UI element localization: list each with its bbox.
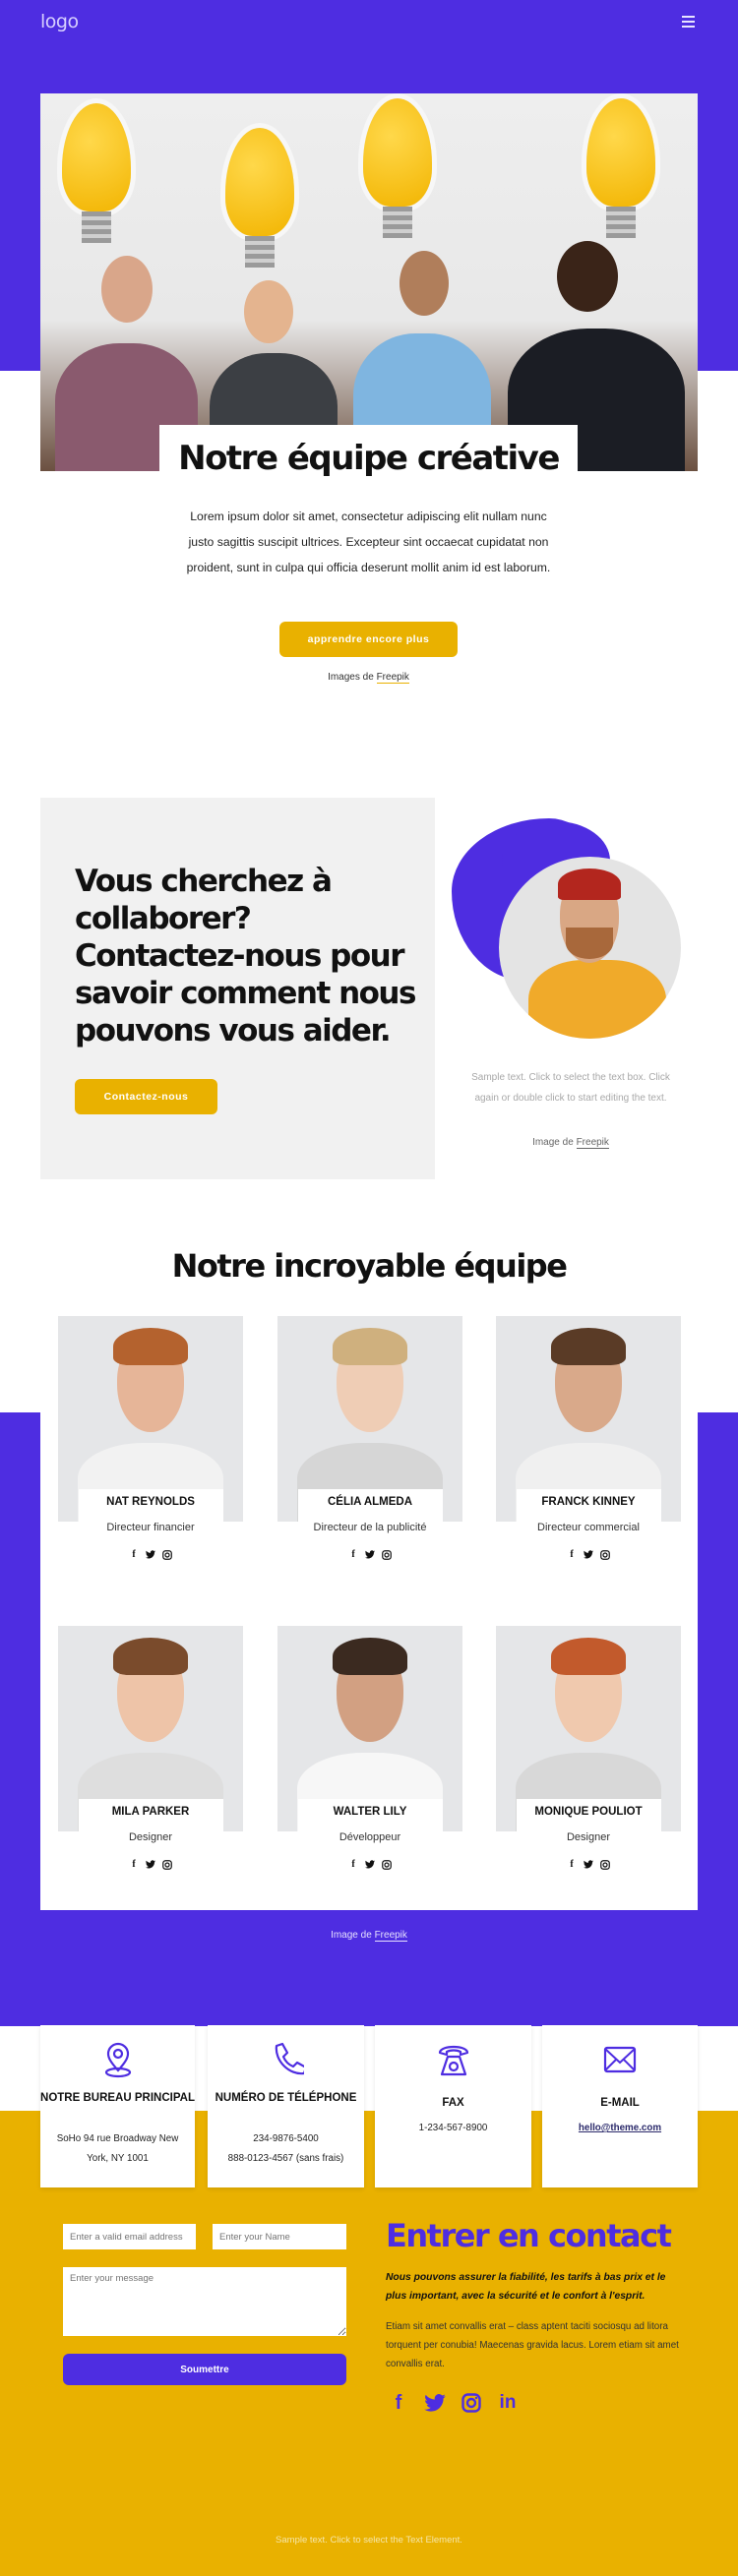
instagram-icon[interactable] — [600, 1549, 611, 1560]
facebook-icon[interactable]: f — [388, 2392, 409, 2414]
member-role: Directeur commercial — [537, 1522, 640, 1533]
phone-tollfree: 888-0123-4567 (sans frais) — [227, 2153, 344, 2164]
phone-number: 234-9876-5400 — [253, 2133, 319, 2144]
facebook-icon[interactable]: f — [567, 1549, 578, 1560]
fax-card: FAX 1-234-567-8900 — [375, 2025, 531, 2187]
member-role: Directeur de la publicité — [313, 1522, 427, 1533]
member-name: MONIQUE POULIOT — [534, 1806, 643, 1818]
hamburger-menu-icon[interactable] — [682, 16, 695, 28]
get-in-touch-title: Entrer en contact — [386, 2217, 672, 2254]
submit-button[interactable]: Soumettre — [63, 2354, 346, 2385]
office-title: NOTRE BUREAU PRINCIPAL — [40, 2092, 195, 2104]
twitter-icon[interactable] — [365, 1549, 376, 1560]
facebook-icon[interactable]: f — [348, 1859, 359, 1870]
member-name: FRANCK KINNEY — [541, 1496, 636, 1508]
member-role: Développeur — [338, 1831, 401, 1843]
hero-title: Notre équipe créative — [178, 439, 560, 478]
sample-text: Sample text. Click to select the text bo… — [471, 1072, 670, 1104]
twitter-icon[interactable] — [146, 1859, 156, 1870]
team-member-card: NAT REYNOLDS Directeur financier f — [58, 1316, 243, 1572]
name-input[interactable] — [213, 2224, 346, 2249]
lightbulb-icon — [62, 103, 131, 243]
instagram-icon[interactable] — [461, 2392, 482, 2414]
instagram-icon[interactable] — [382, 1549, 393, 1560]
member-name: MILA PARKER — [111, 1806, 190, 1818]
instagram-icon[interactable] — [382, 1859, 393, 1870]
twitter-icon[interactable] — [365, 1859, 376, 1870]
facebook-icon[interactable]: f — [129, 1859, 140, 1870]
email-title: E-MAIL — [600, 2097, 640, 2109]
logo[interactable]: logo — [40, 11, 79, 32]
member-name: WALTER LILY — [333, 1806, 407, 1818]
contact-us-button[interactable]: Contactez-nous — [75, 1079, 217, 1114]
fax-icon — [438, 2045, 468, 2076]
email-card: E-MAIL hello@theme.com — [542, 2025, 698, 2187]
hero-card: Notre équipe créative Lorem ipsum dolor … — [159, 425, 578, 684]
office-address: SoHo 94 rue Broadway New York, NY 1001 — [56, 2133, 179, 2164]
twitter-icon[interactable] — [584, 1549, 594, 1560]
get-in-touch-body: Etiam sit amet convallis erat – class ap… — [386, 2321, 679, 2369]
instagram-icon[interactable] — [162, 1549, 173, 1560]
facebook-icon[interactable]: f — [348, 1549, 359, 1560]
team-credit: Image de Freepik — [331, 1930, 407, 1942]
fax-title: FAX — [442, 2097, 464, 2109]
team-member-card: FRANCK KINNEY Directeur commercial f — [496, 1316, 681, 1572]
phone-card: NUMÉRO DE TÉLÉPHONE 234-9876-5400 888-01… — [208, 2025, 364, 2187]
twitter-icon[interactable] — [424, 2392, 446, 2414]
team-member-card: MONIQUE POULIOT Designer f — [496, 1626, 681, 1882]
footer-text: Sample text. Click to select the Text El… — [276, 2535, 462, 2546]
team-member-card: CÉLIA ALMEDA Directeur de la publicité f — [277, 1316, 462, 1572]
profile-image — [499, 857, 681, 1039]
team-title: Notre incroyable équipe — [171, 1247, 568, 1285]
member-social: f — [277, 1859, 462, 1870]
fax-number: 1-234-567-8900 — [418, 2123, 488, 2133]
twitter-icon[interactable] — [146, 1549, 156, 1560]
email-icon — [603, 2046, 637, 2073]
social-links: f in — [388, 2392, 519, 2414]
linkedin-icon[interactable]: in — [497, 2392, 519, 2414]
office-card: NOTRE BUREAU PRINCIPAL SoHo 94 rue Broad… — [40, 2025, 195, 2187]
member-name: CÉLIA ALMEDA — [327, 1496, 413, 1508]
freepik-link[interactable]: Freepik — [576, 1137, 609, 1149]
phone-icon — [275, 2042, 304, 2075]
location-pin-icon — [104, 2042, 131, 2078]
member-role: Designer — [128, 1831, 173, 1843]
team-member-card: MILA PARKER Designer f — [58, 1626, 243, 1882]
email-input[interactable] — [63, 2224, 196, 2249]
collab-credit: Image de Freepik — [532, 1137, 609, 1149]
instagram-icon[interactable] — [162, 1859, 173, 1870]
header: logo — [0, 0, 738, 44]
twitter-icon[interactable] — [584, 1859, 594, 1870]
facebook-icon[interactable]: f — [567, 1859, 578, 1870]
member-social: f — [58, 1859, 243, 1870]
hero-credit: Images de Freepik — [328, 672, 409, 684]
email-link[interactable]: hello@theme.com — [548, 2119, 692, 2138]
member-role: Directeur financier — [106, 1522, 195, 1533]
lightbulb-icon — [363, 98, 432, 238]
freepik-link[interactable]: Freepik — [376, 672, 409, 684]
hero-text: Lorem ipsum dolor sit amet, consectetur … — [186, 509, 551, 574]
facebook-icon[interactable]: f — [129, 1549, 140, 1560]
member-social: f — [496, 1549, 681, 1560]
learn-more-button[interactable]: apprendre encore plus — [279, 622, 458, 657]
member-social: f — [496, 1859, 681, 1870]
member-role: Designer — [566, 1831, 611, 1843]
get-in-touch-lead: Nous pouvons assurer la fiabilité, les t… — [386, 2272, 666, 2302]
member-name: NAT REYNOLDS — [106, 1496, 195, 1508]
member-social: f — [277, 1549, 462, 1560]
team-panel: NAT REYNOLDS Directeur financier f CÉLIA AL… — [40, 1316, 698, 1910]
collab-title: Vous cherchez à collaborer? Contactez-no… — [75, 864, 416, 1048]
hero-image — [40, 93, 698, 471]
phone-title: NUMÉRO DE TÉLÉPHONE — [215, 2092, 357, 2104]
lightbulb-icon — [225, 128, 294, 268]
collab-panel: Vous cherchez à collaborer? Contactez-no… — [40, 798, 435, 1179]
team-member-card: WALTER LILY Développeur f — [277, 1626, 462, 1882]
instagram-icon[interactable] — [600, 1859, 611, 1870]
member-social: f — [58, 1549, 243, 1560]
freepik-link[interactable]: Freepik — [374, 1930, 407, 1942]
lightbulb-icon — [586, 98, 655, 238]
message-input[interactable] — [63, 2267, 346, 2336]
